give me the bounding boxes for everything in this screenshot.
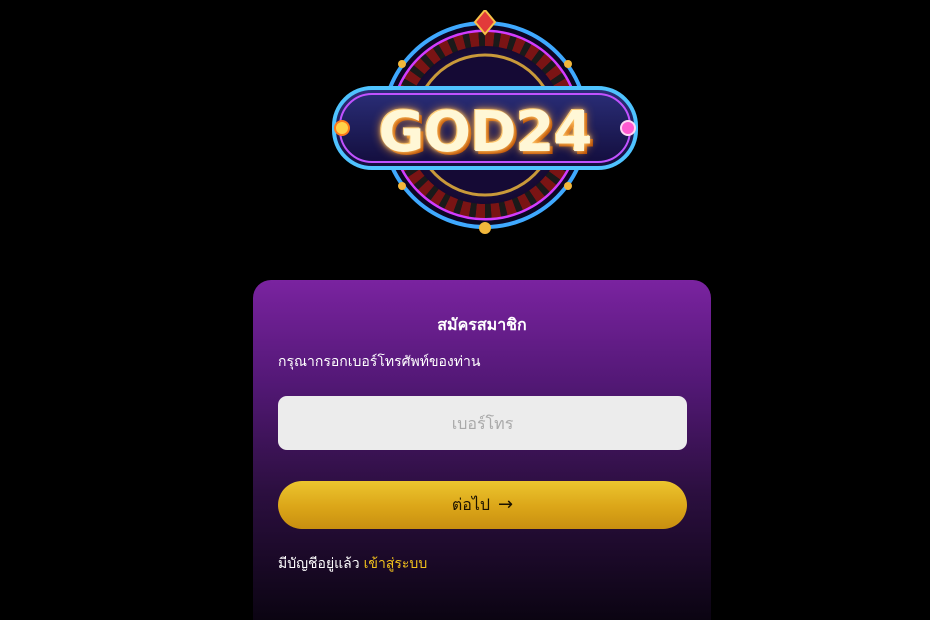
phone-input[interactable] [278, 396, 687, 450]
page: GOD24 สมัครสมาชิก กรุณากรอกเบอร์โทรศัพท์… [0, 0, 930, 620]
arrow-right-icon: → [498, 494, 514, 515]
next-button-label: ต่อไป [451, 494, 491, 514]
phone-label: กรุณากรอกเบอร์โทรศัพท์ของท่าน [278, 354, 481, 370]
god24-logo: GOD24 [330, 10, 640, 240]
logo-wordmark: GOD24 [378, 99, 593, 165]
login-link[interactable]: เข้าสู่ระบบ [364, 556, 428, 572]
register-card: สมัครสมาชิก กรุณากรอกเบอร์โทรศัพท์ของท่า… [253, 280, 711, 620]
existing-account-text: มีบัญชีอยู่แล้ว [278, 556, 360, 572]
next-button[interactable]: ต่อไป → [278, 481, 687, 529]
login-row: มีบัญชีอยู่แล้ว เข้าสู่ระบบ [278, 553, 427, 575]
card-title: สมัครสมาชิก [437, 315, 527, 334]
